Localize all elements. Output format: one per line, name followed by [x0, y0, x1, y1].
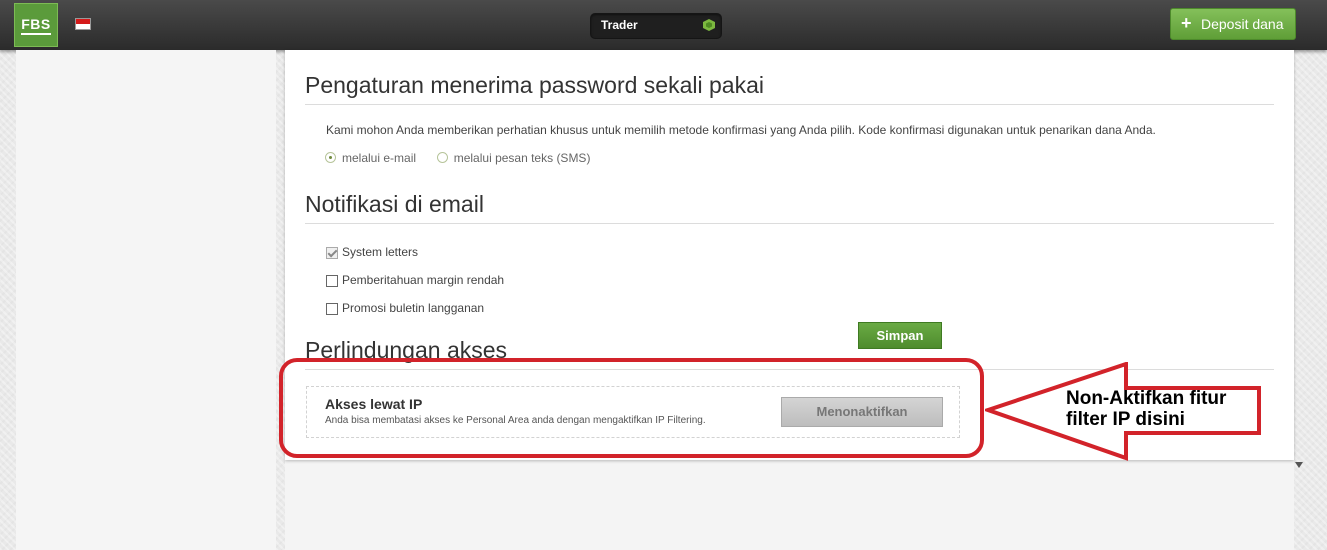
indonesia-flag-icon[interactable] [75, 18, 91, 30]
radio-sms[interactable]: melalui pesan teks (SMS) [436, 150, 591, 165]
plus-icon: + [1181, 13, 1192, 33]
resize-corner-icon [1295, 462, 1303, 468]
account-type-label: Trader [601, 18, 638, 32]
annotation-line-1: Non-Aktifkan fitur [1066, 388, 1227, 409]
annotation-line-2: filter IP disini [1066, 409, 1185, 430]
green-gem-icon [703, 19, 715, 31]
otp-description: Kami mohon Anda memberikan perhatian khu… [326, 123, 1156, 137]
annotation-highlight-box [279, 358, 984, 458]
deposit-label: Deposit dana [1201, 16, 1284, 32]
account-type-selector[interactable]: Trader [590, 13, 722, 39]
radio-email-label: melalui e-mail [342, 150, 417, 165]
radio-sms-control[interactable] [436, 152, 448, 164]
checkbox-newsletter[interactable]: Promosi buletin langganan [326, 301, 484, 315]
logo-text: FBS [21, 16, 51, 35]
left-sidebar [16, 50, 276, 550]
email-notification-title: Notifikasi di email [305, 191, 484, 217]
otp-method-radio-group: melalui e-mail melalui pesan teks (SMS) [325, 150, 590, 165]
annotation-text: Non-Aktifkan fitur filter IP disini [1066, 388, 1266, 430]
checkbox-margin-alert[interactable]: Pemberitahuan margin rendah [326, 273, 504, 287]
checkbox-system-letters[interactable]: System letters [326, 245, 418, 259]
radio-email[interactable]: melalui e-mail [325, 150, 417, 165]
divider [305, 223, 1274, 224]
checkbox-system-letters-control[interactable] [326, 246, 338, 259]
checkbox-newsletter-label: Promosi buletin langganan [342, 301, 485, 315]
checkbox-newsletter-control[interactable] [326, 302, 338, 315]
checkbox-margin-alert-control[interactable] [326, 274, 338, 287]
deposit-button[interactable]: + Deposit dana [1170, 8, 1296, 40]
radio-email-control[interactable] [325, 152, 336, 164]
fbs-logo[interactable]: FBS [14, 3, 58, 47]
top-navigation-bar: FBS Trader + Deposit dana [0, 0, 1327, 50]
checkbox-system-letters-label: System letters [342, 245, 419, 259]
content-background [285, 460, 1294, 550]
divider [305, 104, 1274, 105]
save-button[interactable]: Simpan [858, 322, 942, 349]
checkbox-margin-alert-label: Pemberitahuan margin rendah [342, 273, 505, 287]
radio-sms-label: melalui pesan teks (SMS) [453, 150, 591, 165]
otp-section-title: Pengaturan menerima password sekali paka… [305, 72, 764, 98]
